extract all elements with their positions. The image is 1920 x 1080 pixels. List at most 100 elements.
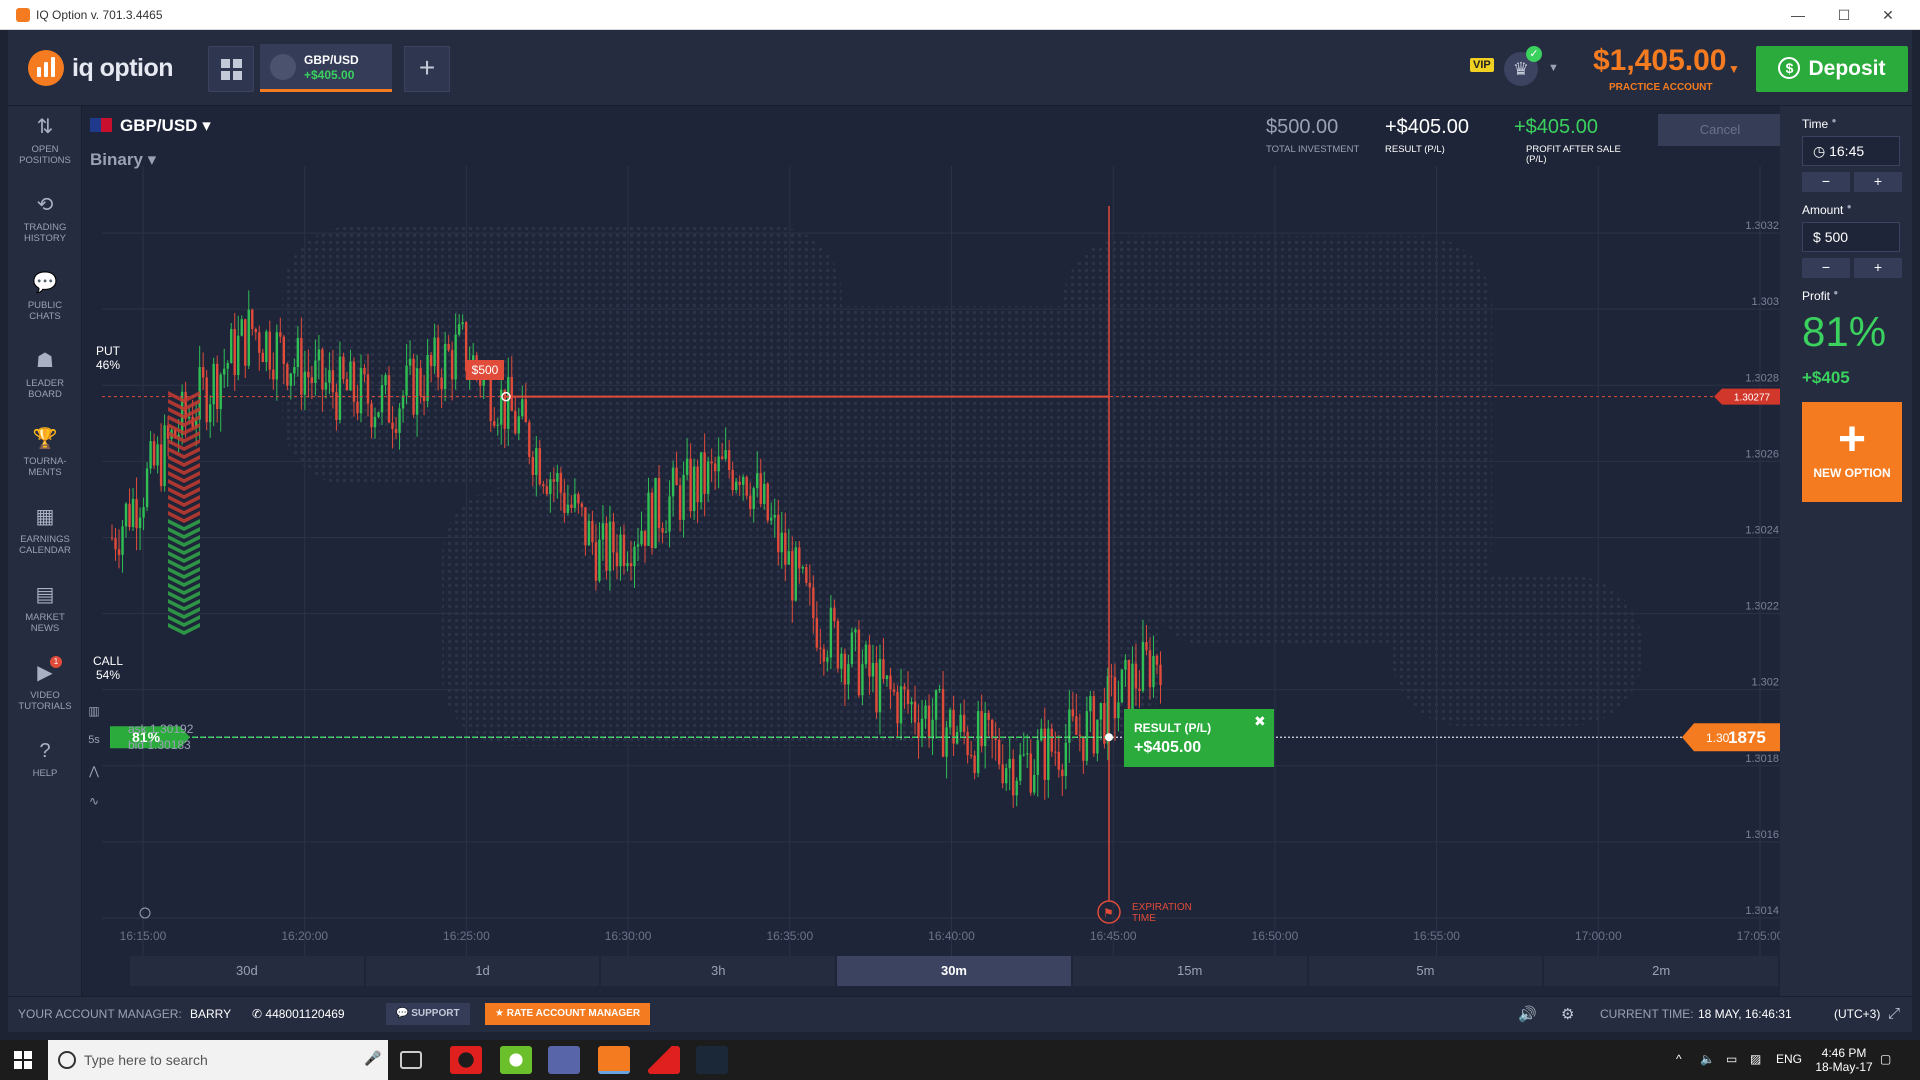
time-increment-button[interactable]: + bbox=[1854, 172, 1902, 192]
windows-start-icon[interactable] bbox=[14, 1051, 32, 1069]
candle-body bbox=[1043, 728, 1046, 780]
notifications-icon[interactable]: ▢ bbox=[1880, 1052, 1891, 1066]
steam-icon[interactable] bbox=[696, 1046, 728, 1074]
logo[interactable]: iq option bbox=[28, 48, 174, 88]
asset-tab-gbpusd[interactable]: GBP/USD +$405.00 bbox=[260, 44, 392, 92]
x-tick-label: 16:40:00 bbox=[928, 929, 975, 943]
discord-icon[interactable] bbox=[548, 1046, 580, 1074]
timeframe-5m[interactable]: 5m bbox=[1308, 956, 1543, 986]
amount-increment-button[interactable]: + bbox=[1854, 258, 1902, 278]
tray-volume-icon[interactable]: 🔈 bbox=[1700, 1052, 1715, 1066]
iq-option-taskbar-icon[interactable] bbox=[598, 1046, 630, 1074]
sidebar-item-4[interactable]: 🏆 TOURNA- MENTS bbox=[8, 426, 82, 478]
candle-body bbox=[717, 456, 720, 472]
tray-app-icon[interactable]: ▨ bbox=[1750, 1052, 1761, 1066]
sidebar-item-5[interactable]: ▦ EARNINGS CALENDAR bbox=[8, 504, 82, 556]
maximize-button[interactable]: ☐ bbox=[1826, 4, 1862, 26]
sidebar-item-3[interactable]: ☗ LEADER BOARD bbox=[8, 348, 82, 400]
candle-body bbox=[363, 368, 366, 375]
close-window-button[interactable]: ✕ bbox=[1870, 4, 1906, 26]
account-balance[interactable]: $1,405.00 bbox=[1593, 44, 1726, 78]
chart-type-icon[interactable]: ▥ bbox=[82, 704, 106, 734]
candle-body bbox=[412, 358, 415, 415]
y-tick-label: 1.3022 bbox=[1745, 601, 1779, 613]
currency-symbol: $ bbox=[1813, 229, 1821, 245]
taskbar-clock[interactable]: 4:46 PM 18-May-17 bbox=[1814, 1046, 1874, 1074]
asset-name: GBP/USD bbox=[120, 116, 198, 135]
candle-body bbox=[254, 328, 257, 333]
info-icon[interactable]: ● bbox=[1832, 116, 1837, 125]
candle-body bbox=[405, 365, 408, 396]
candle-body bbox=[131, 498, 135, 527]
new-option-button[interactable]: + NEW OPTION bbox=[1802, 402, 1902, 502]
info-icon[interactable]: ● bbox=[1847, 202, 1852, 211]
phone-number[interactable]: ✆ 448001120469 bbox=[252, 1007, 345, 1021]
sidebar-item-1[interactable]: ⟲ TRADING HISTORY bbox=[8, 192, 82, 244]
rate-account-manager-button[interactable]: ★ RATE ACCOUNT MANAGER bbox=[485, 1003, 651, 1025]
search-placeholder: Type here to search bbox=[84, 1052, 208, 1068]
microphone-icon[interactable]: 🎤 bbox=[364, 1050, 381, 1067]
candle-body bbox=[1138, 688, 1141, 691]
candle-body bbox=[868, 644, 871, 677]
opera-icon[interactable] bbox=[450, 1046, 482, 1074]
candle-body bbox=[913, 701, 917, 723]
timeframe-30m[interactable]: 30m bbox=[837, 956, 1071, 986]
drawing-tools-icon[interactable]: ∿ bbox=[82, 794, 106, 824]
task-view-icon[interactable] bbox=[400, 1051, 422, 1069]
tray-network-icon[interactable]: ▭ bbox=[1726, 1052, 1737, 1066]
language-indicator[interactable]: ENG bbox=[1776, 1052, 1802, 1066]
candle-body bbox=[864, 644, 868, 665]
dollar-icon: $ bbox=[1778, 57, 1801, 79]
chart-area[interactable]: 1.3032 1.303 1.3028 1.3026 1.3024 1.3022 1.302… bbox=[82, 106, 1780, 996]
cancel-button[interactable]: Cancel bbox=[1658, 114, 1780, 146]
volume-icon[interactable]: 🔊 bbox=[1518, 1005, 1537, 1023]
timeframe-1d[interactable]: 1d bbox=[365, 956, 600, 986]
adobe-icon[interactable] bbox=[648, 1046, 680, 1074]
timeframe-15m[interactable]: 15m bbox=[1072, 956, 1307, 986]
amount-input[interactable]: $ 500 bbox=[1802, 222, 1900, 252]
indicators-icon[interactable]: ⋀ bbox=[82, 764, 106, 794]
x-tick-label: 17:05:00 bbox=[1737, 929, 1780, 943]
sidebar-item-2[interactable]: 💬 PUBLIC CHATS bbox=[8, 270, 82, 322]
amount-decrement-button[interactable]: − bbox=[1802, 258, 1850, 278]
sidebar-item-8[interactable]: ? HELP bbox=[8, 738, 82, 779]
balance-dropdown-icon[interactable]: ▼ bbox=[1728, 62, 1740, 76]
close-popup-icon[interactable]: ✖ bbox=[1254, 713, 1266, 730]
sidebar-label: POSITIONS bbox=[19, 155, 71, 166]
utorrent-icon[interactable] bbox=[500, 1046, 532, 1074]
fullscreen-icon[interactable]: ⤢ bbox=[1888, 1005, 1900, 1022]
sidebar-item-7[interactable]: ▶ 1 VIDEO TUTORIALS bbox=[8, 656, 82, 712]
sidebar-item-6[interactable]: ▤ MARKET NEWS bbox=[8, 582, 82, 634]
time-input[interactable]: ◷ 16:45 bbox=[1802, 136, 1900, 166]
time-decrement-button[interactable]: − bbox=[1802, 172, 1850, 192]
timeframe-30d[interactable]: 30d bbox=[130, 956, 364, 986]
candle-body bbox=[240, 319, 243, 336]
sidebar-item-0[interactable]: ⇅ OPEN POSITIONS bbox=[8, 114, 82, 166]
crown-icon[interactable]: ♛ ✓ bbox=[1504, 46, 1542, 86]
price-chart[interactable]: 1.30321.3031.30281.30261.30241.30221.302… bbox=[82, 106, 1780, 996]
timeframe-3h[interactable]: 3h bbox=[601, 956, 836, 986]
candle-body bbox=[759, 473, 762, 505]
deposit-button[interactable]: $ Deposit bbox=[1756, 46, 1908, 92]
time-label-text: Time bbox=[1802, 117, 1829, 131]
candle-body bbox=[1036, 740, 1039, 775]
x-tick-label: 16:45:00 bbox=[1090, 929, 1137, 943]
grid-layout-button[interactable] bbox=[208, 46, 254, 92]
taskbar-search[interactable]: Type here to search 🎤 bbox=[48, 1040, 388, 1080]
candle-body bbox=[1012, 758, 1015, 796]
tray-chevron-icon[interactable]: ^ bbox=[1676, 1052, 1682, 1066]
minimize-button[interactable]: — bbox=[1780, 4, 1816, 26]
add-asset-button[interactable]: + bbox=[404, 46, 450, 92]
asset-selector[interactable]: GBP/USD ▾ bbox=[90, 116, 211, 136]
option-type-selector[interactable]: Binary ▾ bbox=[90, 150, 156, 170]
help-icon: ? bbox=[39, 740, 51, 762]
candle-body bbox=[1008, 758, 1011, 769]
interval-selector[interactable]: 5s bbox=[82, 734, 106, 764]
support-button[interactable]: 💬 SUPPORT bbox=[386, 1003, 470, 1025]
info-icon[interactable]: ● bbox=[1833, 288, 1838, 297]
profit-label: Profit ● bbox=[1802, 288, 1838, 303]
timeframe-2m[interactable]: 2m bbox=[1544, 956, 1778, 986]
chevron-down-icon[interactable]: ▼ bbox=[1548, 62, 1559, 74]
candle-body bbox=[279, 332, 282, 337]
settings-gear-icon[interactable]: ⚙ bbox=[1561, 1005, 1574, 1023]
